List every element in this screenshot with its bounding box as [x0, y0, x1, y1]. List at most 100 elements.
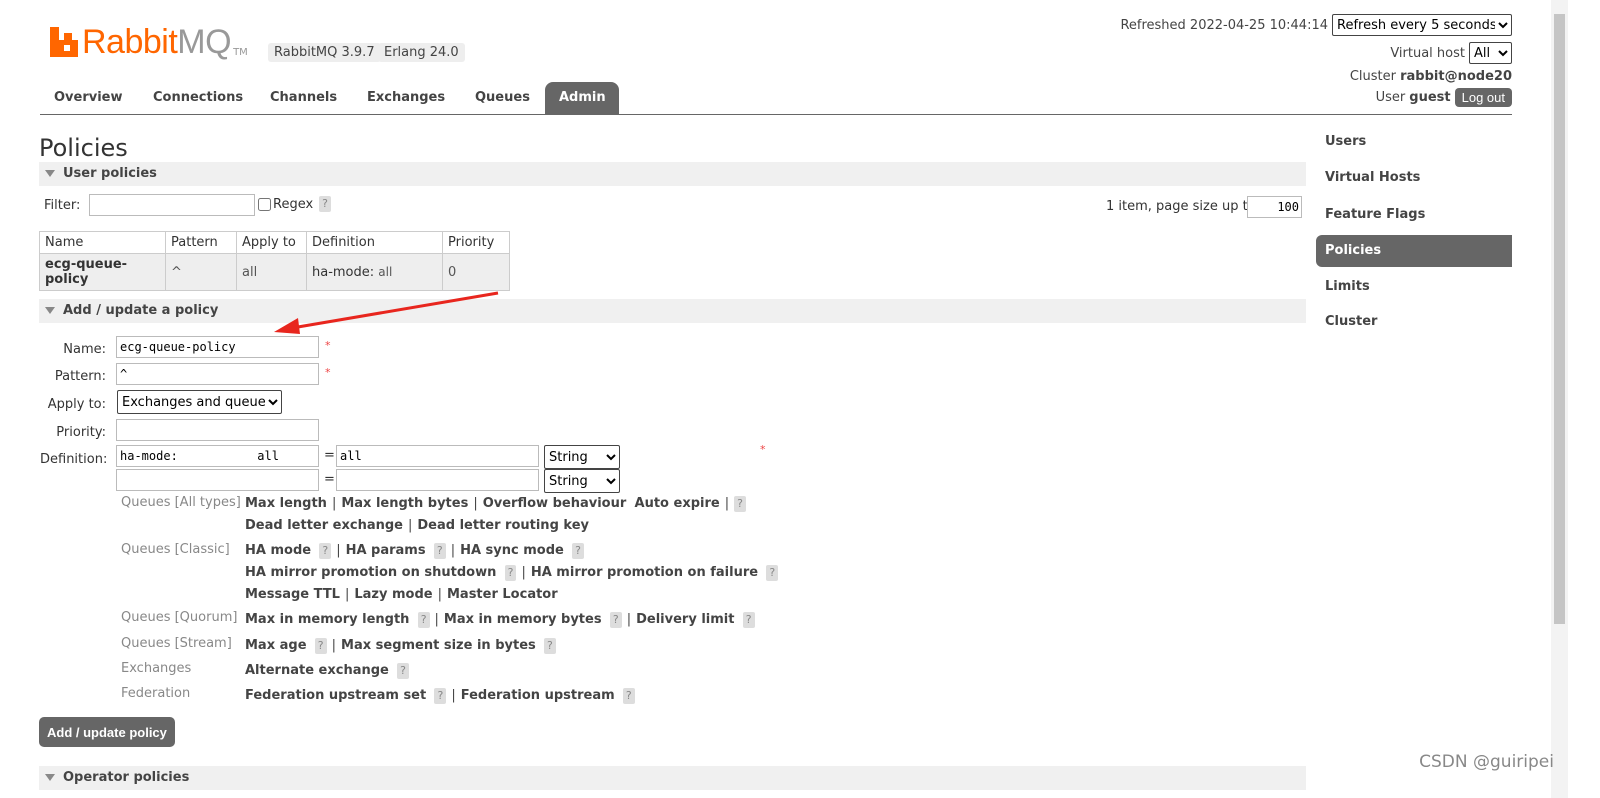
collapse-triangle-icon	[45, 170, 55, 177]
key-max-segment-size[interactable]: Max segment size in bytes	[341, 638, 536, 653]
rabbitmq-logo[interactable]: Rabbit MQ TM	[50, 22, 248, 62]
help-icon[interactable]: ?	[742, 612, 755, 628]
regex-label: Regex	[273, 196, 314, 212]
policy-apply-to: all	[236, 253, 307, 291]
key-ha-sync-mode[interactable]: HA sync mode	[460, 543, 564, 558]
separator: |	[407, 518, 413, 533]
key-max-in-memory-length[interactable]: Max in memory length	[245, 612, 409, 627]
shortcut-row: HA mirror promotion on shutdown ? | HA mir…	[245, 565, 779, 581]
page-title: Policies	[39, 134, 128, 162]
logo-text-rabbit: Rabbit	[82, 22, 178, 61]
sidebar-item-policies[interactable]: Policies	[1316, 235, 1512, 267]
definition-value-input-1[interactable]	[336, 445, 539, 467]
help-icon[interactable]: ?	[314, 638, 327, 654]
help-icon[interactable]: ?	[622, 688, 635, 704]
key-ha-promotion-failure[interactable]: HA mirror promotion on failure	[531, 565, 758, 580]
tab-overview[interactable]: Overview	[40, 82, 137, 114]
key-max-in-memory-bytes[interactable]: Max in memory bytes	[444, 612, 602, 627]
tab-channels[interactable]: Channels	[256, 82, 351, 114]
key-auto-expire[interactable]: Auto expire	[635, 496, 720, 511]
sidebar-item-feature-flags[interactable]: Feature Flags	[1316, 199, 1512, 231]
vertical-scrollbar[interactable]	[1551, 0, 1568, 798]
apply-to-label: Apply to:	[47, 397, 106, 412]
shortcut-row: Dead letter exchange | Dead letter routing…	[245, 518, 589, 533]
key-dead-letter-exchange[interactable]: Dead letter exchange	[245, 518, 403, 533]
tab-exchanges[interactable]: Exchanges	[353, 82, 459, 114]
virtual-host-select[interactable]: All	[1469, 42, 1512, 64]
shortcut-row: Max in memory length ? | Max in memory byt…	[245, 612, 755, 628]
key-max-length[interactable]: Max length	[245, 496, 327, 511]
key-master-locator[interactable]: Master Locator	[447, 587, 558, 602]
add-policy-section-header[interactable]: Add / update a policy	[39, 299, 1306, 323]
help-icon[interactable]: ?	[734, 496, 746, 512]
key-dead-letter-routing-key[interactable]: Dead letter routing key	[417, 518, 589, 533]
key-federation-upstream-set[interactable]: Federation upstream set	[245, 688, 426, 703]
filter-input[interactable]	[89, 194, 255, 216]
key-message-ttl[interactable]: Message TTL	[245, 587, 340, 602]
help-icon[interactable]: ?	[319, 543, 332, 559]
section-title: User policies	[63, 166, 157, 181]
priority-input[interactable]	[116, 419, 319, 441]
col-pattern: Pattern	[165, 231, 237, 254]
regex-checkbox[interactable]	[258, 197, 271, 211]
required-marker: *	[325, 339, 331, 352]
separator: |	[521, 565, 526, 580]
rabbit-logo-icon	[50, 27, 78, 57]
rabbitmq-version-badge: RabbitMQ 3.9.7	[268, 43, 381, 62]
refresh-interval-select[interactable]: Refresh every 5 seconds	[1332, 14, 1512, 36]
help-icon[interactable]: ?	[397, 663, 409, 679]
key-ha-mode[interactable]: HA mode	[245, 543, 311, 558]
col-apply-to: Apply to	[236, 231, 307, 254]
definition-type-select-2[interactable]: String	[544, 469, 620, 493]
help-icon[interactable]: ?	[417, 612, 430, 628]
category-queues-stream: Queues [Stream]	[121, 636, 232, 651]
help-icon[interactable]: ?	[609, 612, 622, 628]
user-policies-section-header[interactable]: User policies	[39, 162, 1306, 186]
operator-policies-section-header[interactable]: Operator policies	[39, 766, 1306, 790]
help-icon[interactable]: ?	[433, 543, 446, 559]
name-label: Name:	[63, 342, 106, 357]
regex-help-icon[interactable]: ?	[319, 196, 332, 212]
help-icon[interactable]: ?	[544, 638, 556, 654]
key-delivery-limit[interactable]: Delivery limit	[636, 612, 734, 627]
key-lazy-mode[interactable]: Lazy mode	[354, 587, 432, 602]
pattern-label: Pattern:	[54, 369, 106, 384]
required-marker: *	[325, 366, 331, 379]
logo-tm: TM	[233, 47, 248, 58]
category-federation: Federation	[121, 686, 191, 701]
help-icon[interactable]: ?	[434, 688, 447, 704]
sidebar-item-virtual-hosts[interactable]: Virtual Hosts	[1316, 162, 1512, 194]
equals-sign: =	[324, 448, 335, 463]
page-size-input[interactable]	[1247, 196, 1302, 218]
key-alternate-exchange[interactable]: Alternate exchange	[245, 663, 389, 678]
pattern-input[interactable]	[116, 363, 319, 385]
key-ha-params[interactable]: HA params	[346, 543, 426, 558]
key-max-age[interactable]: Max age	[245, 638, 307, 653]
definition-key-input-1[interactable]	[116, 445, 319, 467]
sidebar-item-limits[interactable]: Limits	[1316, 271, 1512, 303]
key-max-length-bytes[interactable]: Max length bytes	[341, 496, 468, 511]
key-ha-promotion-shutdown[interactable]: HA mirror promotion on shutdown	[245, 565, 496, 580]
tab-queues[interactable]: Queues	[461, 82, 544, 114]
tab-connections[interactable]: Connections	[139, 82, 257, 114]
table-row[interactable]: ecg-queue-policy ^ all ha-mode: all 0	[39, 253, 510, 291]
sidebar-item-cluster[interactable]: Cluster	[1316, 306, 1512, 338]
apply-to-select[interactable]: Exchanges and queues	[117, 390, 282, 414]
definition-value-input-2[interactable]	[336, 469, 539, 491]
scrollbar-thumb[interactable]	[1554, 14, 1565, 624]
sidebar-item-users[interactable]: Users	[1316, 126, 1512, 158]
add-update-policy-button[interactable]: Add / update policy	[39, 717, 175, 747]
policy-name-link[interactable]: ecg-queue-policy	[39, 253, 166, 291]
help-icon[interactable]: ?	[504, 565, 517, 581]
key-overflow-behaviour[interactable]: Overflow behaviour	[483, 496, 627, 511]
definition-key-input-2[interactable]	[116, 469, 319, 491]
definition-type-select-1[interactable]: String	[544, 445, 620, 469]
help-icon[interactable]: ?	[572, 543, 584, 559]
section-title: Operator policies	[63, 770, 190, 785]
help-icon[interactable]: ?	[766, 565, 779, 581]
paging-text: 1 item, page size up to	[1106, 199, 1256, 214]
policy-name-input[interactable]	[116, 336, 319, 358]
key-federation-upstream[interactable]: Federation upstream	[461, 688, 615, 703]
tab-admin[interactable]: Admin	[545, 82, 619, 114]
filter-label: Filter:	[44, 198, 81, 213]
